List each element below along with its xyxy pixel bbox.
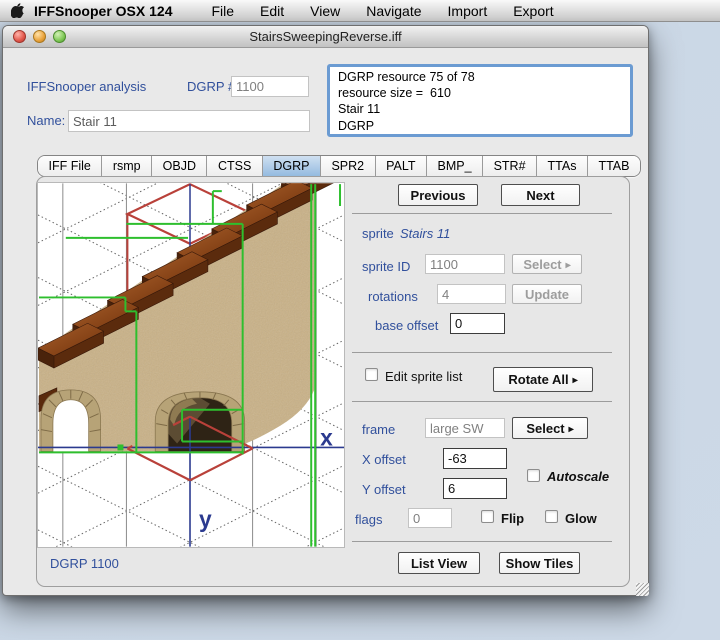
tab-iff-file[interactable]: IFF File — [38, 156, 101, 177]
resource-tabs: IFF FilersmpOBJDCTSSDGRPSPR2PALTBMP_STR#… — [37, 155, 641, 177]
separator — [352, 213, 612, 214]
menu-arrow-icon: ▸ — [566, 260, 571, 271]
rotate-all-label: Rotate All — [508, 372, 568, 387]
menu-item-edit[interactable]: Edit — [247, 0, 297, 22]
menu-item-export[interactable]: Export — [500, 0, 566, 22]
x-offset-label: X offset — [362, 452, 406, 467]
menu-item-navigate[interactable]: Navigate — [353, 0, 434, 22]
flip-label: Flip — [501, 511, 524, 526]
x-axis-label: x — [320, 424, 333, 450]
rotations-input[interactable] — [437, 284, 506, 304]
update-button[interactable]: Update — [512, 284, 582, 304]
tab-spr2[interactable]: SPR2 — [320, 156, 375, 177]
flags-input[interactable] — [408, 508, 452, 528]
dgrp-number-label: DGRP # — [187, 79, 235, 94]
edit-sprite-list-checkbox[interactable] — [365, 368, 378, 381]
menu-item-file[interactable]: File — [198, 0, 247, 22]
menu-items: FileEditViewNavigateImportExport — [198, 0, 566, 22]
tab-objd[interactable]: OBJD — [151, 156, 206, 177]
analysis-heading: IFFSnooper analysis — [27, 79, 146, 94]
rotate-all-button[interactable]: Rotate All ▸ — [493, 367, 593, 392]
sprite-select-button[interactable]: Select ▸ — [512, 254, 582, 274]
previous-button-label: Previous — [411, 188, 466, 203]
menu-arrow-icon: ▸ — [569, 424, 574, 435]
flip-checkbox[interactable] — [481, 510, 494, 523]
y-offset-label: Y offset — [362, 482, 406, 497]
sprite-label: sprite — [362, 226, 394, 241]
y-axis-label: y — [199, 506, 212, 532]
tab-bmp-[interactable]: BMP_ — [426, 156, 482, 177]
rotations-label: rotations — [368, 289, 418, 304]
tab-palt[interactable]: PALT — [375, 156, 426, 177]
name-label: Name: — [27, 113, 65, 128]
stairs-preview-image: x y — [37, 182, 345, 548]
apple-menu-icon[interactable] — [0, 3, 34, 18]
y-offset-input[interactable] — [443, 478, 507, 499]
sprite-id-input[interactable] — [425, 254, 505, 274]
menu-arrow-icon: ▸ — [573, 375, 578, 386]
next-button[interactable]: Next — [501, 184, 580, 206]
autoscale-checkbox[interactable] — [527, 469, 540, 482]
flags-label: flags — [355, 512, 382, 527]
menu-item-view[interactable]: View — [297, 0, 353, 22]
dgrp-number-input[interactable] — [231, 76, 309, 97]
base-offset-label: base offset — [375, 318, 438, 333]
edit-sprite-list-label: Edit sprite list — [385, 369, 462, 384]
separator — [352, 401, 612, 402]
name-input[interactable] — [68, 110, 310, 132]
update-button-label: Update — [525, 287, 569, 302]
list-view-label: List View — [411, 556, 467, 571]
base-offset-input[interactable] — [450, 313, 505, 334]
sprite-id-label: sprite ID — [362, 259, 410, 274]
tab-ttas[interactable]: TTAs — [536, 156, 587, 177]
frame-label: frame — [362, 422, 395, 437]
tab-rsmp[interactable]: rsmp — [101, 156, 151, 177]
separator — [352, 541, 612, 542]
frame-input[interactable] — [425, 418, 505, 438]
window-content: IFFSnooper analysis DGRP # Name: DGRP re… — [0, 0, 720, 640]
glow-checkbox[interactable] — [545, 510, 558, 523]
autoscale-label: Autoscale — [547, 469, 609, 484]
sprite-select-label: Select — [523, 257, 561, 272]
sprite-name: Stairs 11 — [400, 226, 450, 241]
resource-info-box[interactable]: DGRP resource 75 of 78 resource size = 6… — [327, 64, 633, 137]
tab-ttab[interactable]: TTAB — [587, 156, 640, 177]
menu-item-import[interactable]: Import — [435, 0, 501, 22]
app-name: IFFSnooper OSX 124 — [34, 3, 172, 19]
show-tiles-label: Show Tiles — [506, 556, 574, 571]
frame-select-button[interactable]: Select ▸ — [512, 417, 588, 439]
show-tiles-button[interactable]: Show Tiles — [499, 552, 580, 574]
x-offset-input[interactable] — [443, 448, 507, 469]
tab-str-[interactable]: STR# — [482, 156, 536, 177]
left-arch — [41, 390, 101, 452]
list-view-button[interactable]: List View — [398, 552, 480, 574]
tab-dgrp[interactable]: DGRP — [262, 156, 320, 177]
previous-button[interactable]: Previous — [398, 184, 478, 206]
footer-resource-label: DGRP 1100 — [50, 556, 119, 571]
frame-select-label: Select — [526, 421, 564, 436]
tab-ctss[interactable]: CTSS — [206, 156, 261, 177]
glow-label: Glow — [565, 511, 597, 526]
menu-bar: IFFSnooper OSX 124 FileEditViewNavigateI… — [0, 0, 720, 22]
resize-grip-icon[interactable] — [636, 583, 649, 596]
next-button-label: Next — [526, 188, 554, 203]
separator — [352, 352, 612, 353]
